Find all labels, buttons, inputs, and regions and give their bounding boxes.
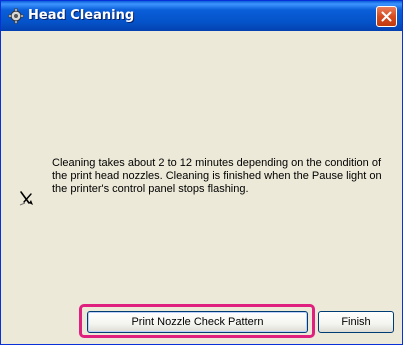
printer-gear-icon (8, 8, 24, 24)
head-cleaning-dialog: Head Cleaning Cleaning takes about 2 to … (0, 0, 403, 345)
cleaning-message: Cleaning takes about 2 to 12 minutes dep… (52, 157, 382, 195)
pen-nib-icon (18, 188, 38, 208)
close-icon (381, 11, 392, 22)
dialog-body: Cleaning takes about 2 to 12 minutes dep… (4, 31, 399, 341)
window-title: Head Cleaning (28, 8, 135, 23)
finish-button[interactable]: Finish (318, 311, 394, 333)
close-button[interactable] (376, 6, 397, 27)
title-bar[interactable]: Head Cleaning (1, 1, 402, 31)
print-nozzle-check-button[interactable]: Print Nozzle Check Pattern (87, 311, 308, 333)
